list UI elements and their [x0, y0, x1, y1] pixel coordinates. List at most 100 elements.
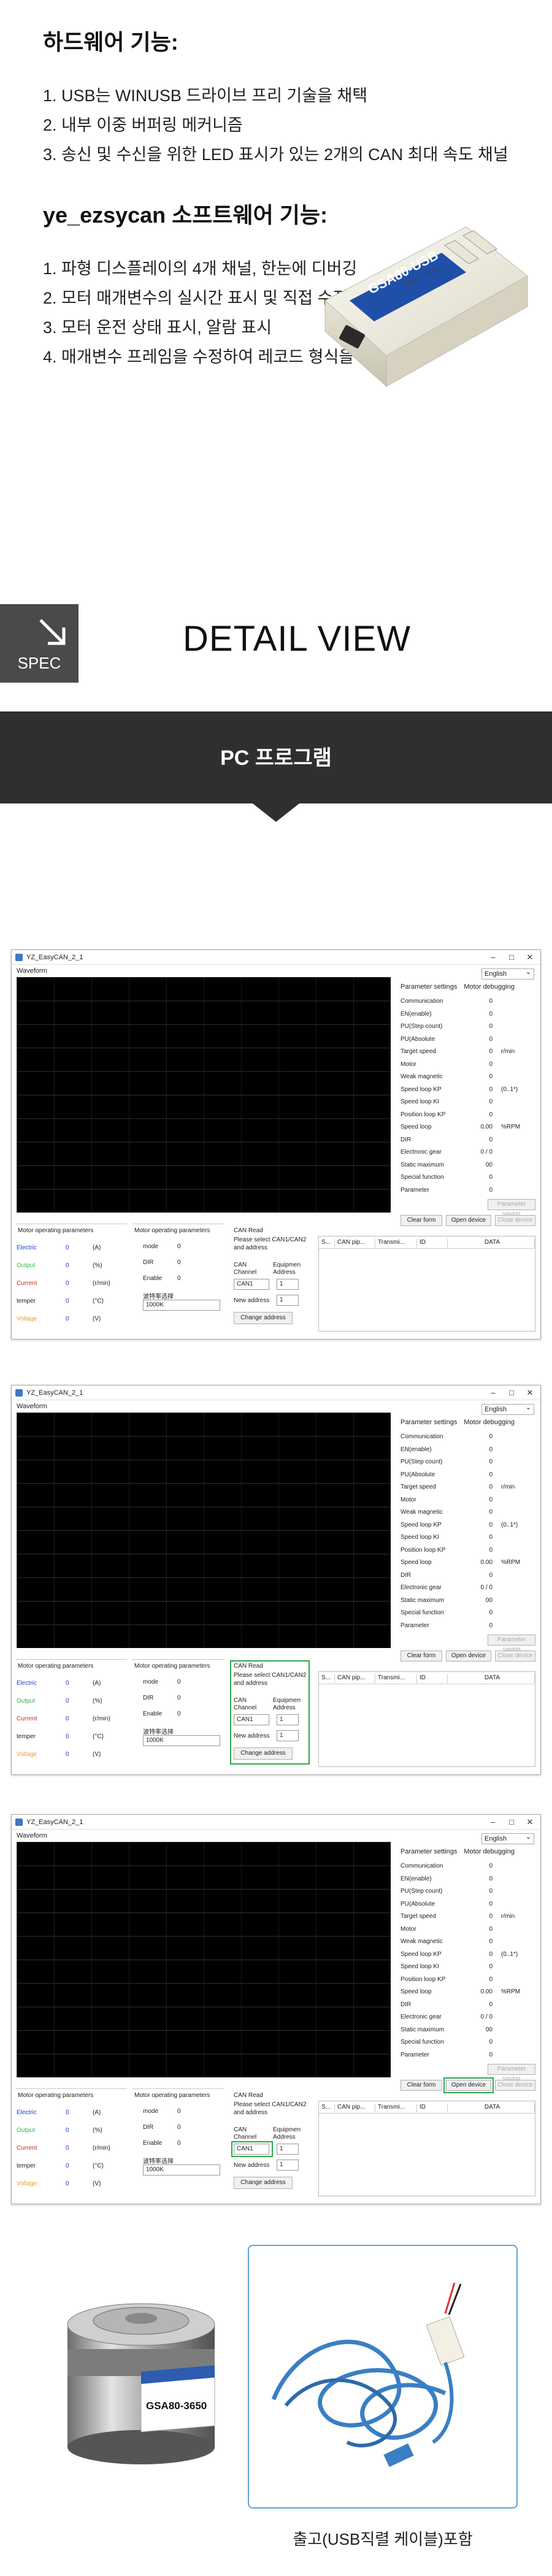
param-value[interactable]: 0: [477, 1509, 493, 1516]
language-select[interactable]: English: [481, 1833, 534, 1844]
param-value[interactable]: 0: [477, 1976, 493, 1983]
param-value[interactable]: 0: [477, 1174, 493, 1181]
param-value[interactable]: 0: [477, 1011, 493, 1018]
col-data[interactable]: DATA: [448, 1239, 535, 1248]
param-value[interactable]: 0: [477, 1938, 493, 1945]
close-device-button[interactable]: Close device: [495, 1215, 535, 1226]
param-value[interactable]: 00: [477, 1597, 493, 1604]
minimize-icon[interactable]: –: [484, 1387, 502, 1399]
param-value[interactable]: 0: [477, 1951, 493, 1958]
minimize-icon[interactable]: –: [484, 951, 502, 964]
param-value[interactable]: 00: [477, 1162, 493, 1168]
new-address-input[interactable]: 1: [277, 2160, 299, 2171]
param-value[interactable]: 0: [477, 1086, 493, 1093]
param-value[interactable]: 0: [477, 1888, 493, 1895]
param-value[interactable]: 0 / 0: [477, 1584, 493, 1591]
param-value[interactable]: 0: [477, 1446, 493, 1453]
param-value[interactable]: 0: [477, 1137, 493, 1143]
baud-select[interactable]: 1000K: [143, 1300, 220, 1311]
maximize-icon[interactable]: □: [502, 951, 521, 964]
param-value[interactable]: 0: [477, 1187, 493, 1194]
parameter-saving-button[interactable]: Parameter saving: [488, 1199, 535, 1217]
param-value[interactable]: 0: [477, 1926, 493, 1933]
parameter-saving-button[interactable]: Parameter saving: [488, 2064, 535, 2082]
param-value[interactable]: 0: [477, 1061, 493, 1068]
col-s[interactable]: S...: [319, 1674, 335, 1683]
param-value[interactable]: 0: [477, 1471, 493, 1478]
language-select[interactable]: English: [481, 1403, 534, 1415]
col-data[interactable]: DATA: [448, 1674, 535, 1683]
col-transmit[interactable]: Transmi...: [375, 2104, 417, 2112]
param-value[interactable]: 0: [477, 998, 493, 1005]
open-device-button[interactable]: Open device: [446, 1215, 491, 1226]
param-value[interactable]: 0 / 0: [477, 2014, 493, 2020]
col-transmit[interactable]: Transmi...: [375, 1239, 417, 1248]
equipment-address-input[interactable]: 1: [277, 1279, 299, 1290]
param-value[interactable]: 0: [477, 1863, 493, 1869]
tab-parameter-settings[interactable]: Parameter settings: [401, 1419, 457, 1426]
clear-form-button[interactable]: Clear form: [401, 1215, 442, 1226]
param-value[interactable]: 0: [477, 1484, 493, 1490]
param-value[interactable]: 0 / 0: [477, 1149, 493, 1156]
tab-motor-debugging[interactable]: Motor debugging: [464, 1848, 515, 1855]
param-value[interactable]: 0: [477, 1459, 493, 1465]
param-value[interactable]: 0: [477, 2001, 493, 2008]
clear-form-button[interactable]: Clear form: [401, 1650, 442, 1662]
col-id[interactable]: ID: [417, 1674, 448, 1683]
param-value[interactable]: 0: [477, 1023, 493, 1030]
tab-motor-debugging[interactable]: Motor debugging: [464, 1419, 515, 1426]
change-address-button[interactable]: Change address: [234, 1312, 293, 1324]
open-device-button[interactable]: Open device: [446, 1650, 491, 1662]
param-value[interactable]: 0: [477, 1522, 493, 1528]
col-can-pip[interactable]: CAN pip...: [335, 1674, 375, 1683]
tab-parameter-settings[interactable]: Parameter settings: [401, 1848, 457, 1855]
close-icon[interactable]: ✕: [521, 951, 539, 964]
parameter-saving-button[interactable]: Parameter saving: [488, 1635, 535, 1653]
maximize-icon[interactable]: □: [502, 1387, 521, 1399]
col-can-pip[interactable]: CAN pip...: [335, 2104, 375, 2112]
param-value[interactable]: 0: [477, 1497, 493, 1503]
tab-motor-debugging[interactable]: Motor debugging: [464, 983, 515, 991]
param-value[interactable]: 0: [477, 1433, 493, 1440]
param-value[interactable]: 0: [477, 1036, 493, 1043]
param-value[interactable]: 0: [477, 1098, 493, 1105]
param-value[interactable]: 0: [477, 1963, 493, 1970]
new-address-input[interactable]: 1: [277, 1295, 299, 1306]
close-device-button[interactable]: Close device: [495, 1650, 535, 1662]
baud-select[interactable]: 1000K: [143, 1735, 220, 1746]
col-data[interactable]: DATA: [448, 2104, 535, 2112]
minimize-icon[interactable]: –: [484, 1816, 502, 1828]
param-value[interactable]: 0: [477, 1572, 493, 1579]
col-s[interactable]: S...: [319, 1239, 335, 1248]
equipment-address-input[interactable]: 1: [277, 2144, 299, 2155]
param-value[interactable]: 00: [477, 2026, 493, 2033]
col-s[interactable]: S...: [319, 2104, 335, 2112]
close-device-button[interactable]: Close device: [495, 2080, 535, 2091]
param-value[interactable]: 0.00: [477, 1559, 493, 1566]
param-value[interactable]: 0: [477, 1622, 493, 1629]
col-can-pip[interactable]: CAN pip...: [335, 1239, 375, 1248]
param-value[interactable]: 0: [477, 1913, 493, 1920]
param-value[interactable]: 0: [477, 1111, 493, 1118]
change-address-button[interactable]: Change address: [234, 2177, 293, 2189]
close-icon[interactable]: ✕: [521, 1387, 539, 1399]
language-select[interactable]: English: [481, 968, 534, 979]
maximize-icon[interactable]: □: [502, 1816, 521, 1828]
param-value[interactable]: 0: [477, 1901, 493, 1907]
tab-parameter-settings[interactable]: Parameter settings: [401, 983, 457, 991]
param-value[interactable]: 0: [477, 2039, 493, 2045]
param-value[interactable]: 0.00: [477, 1988, 493, 1995]
can-channel-select[interactable]: CAN1: [234, 1279, 269, 1290]
col-id[interactable]: ID: [417, 2104, 448, 2112]
param-value[interactable]: 0: [477, 1073, 493, 1080]
param-value[interactable]: 0: [477, 1609, 493, 1616]
param-value[interactable]: 0: [477, 1876, 493, 1882]
col-id[interactable]: ID: [417, 1239, 448, 1248]
param-value[interactable]: 0.00: [477, 1124, 493, 1130]
close-icon[interactable]: ✕: [521, 1816, 539, 1828]
col-transmit[interactable]: Transmi...: [375, 1674, 417, 1683]
param-value[interactable]: 0: [477, 1048, 493, 1055]
param-value[interactable]: 0: [477, 2052, 493, 2058]
clear-form-button[interactable]: Clear form: [401, 2080, 442, 2091]
param-value[interactable]: 0: [477, 1534, 493, 1541]
